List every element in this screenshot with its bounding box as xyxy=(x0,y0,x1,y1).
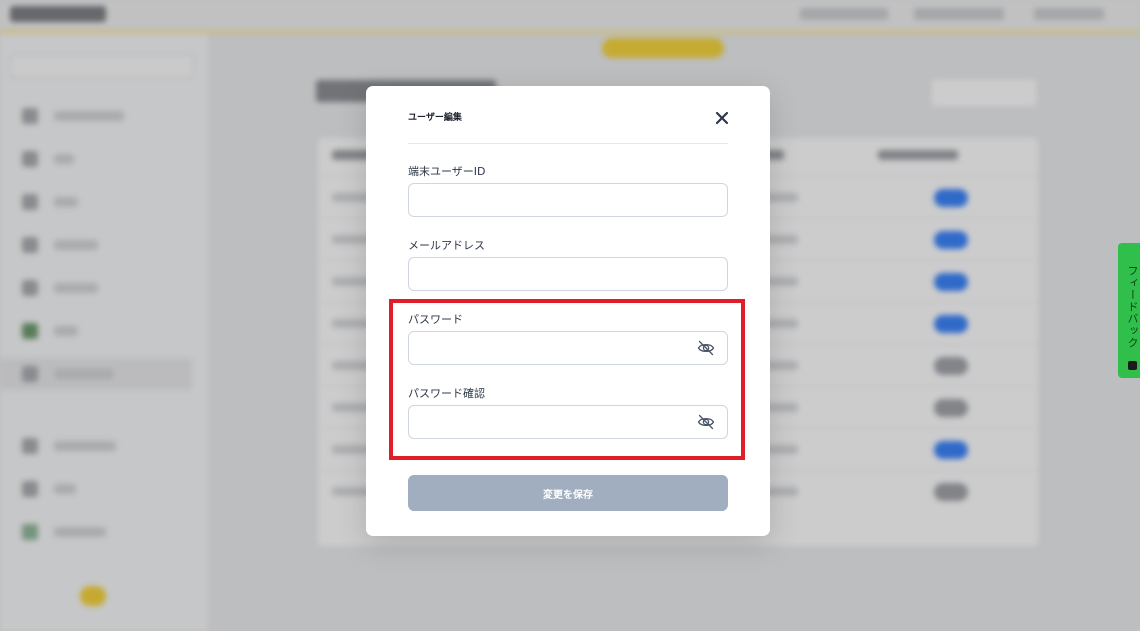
password-label: パスワード xyxy=(408,313,463,326)
user-id-input[interactable] xyxy=(408,183,728,217)
save-changes-button[interactable]: 変更を保存 xyxy=(408,475,728,511)
modal-title: ユーザー編集 xyxy=(408,113,462,123)
email-label: メールアドレス xyxy=(408,239,485,252)
feedback-icon xyxy=(1127,361,1137,371)
feedback-tab[interactable]: フィードバック xyxy=(1118,243,1140,378)
header-divider xyxy=(408,143,728,144)
user-id-label: 端末ユーザーID xyxy=(408,165,486,178)
edit-user-modal: ユーザー編集 端末ユーザーID メールアドレス パスワード パスワード確認 変更… xyxy=(366,86,770,536)
eye-off-icon xyxy=(697,340,715,356)
email-input[interactable] xyxy=(408,257,728,291)
password-confirm-label: パスワード確認 xyxy=(408,387,485,400)
close-button[interactable] xyxy=(712,108,732,128)
password-visibility-toggle[interactable] xyxy=(696,338,716,358)
password-input[interactable] xyxy=(408,331,728,365)
password-confirm-visibility-toggle[interactable] xyxy=(696,412,716,432)
password-confirm-input[interactable] xyxy=(408,405,728,439)
eye-off-icon xyxy=(697,414,715,430)
feedback-label: フィードバック xyxy=(1126,264,1139,349)
close-icon xyxy=(715,111,729,125)
